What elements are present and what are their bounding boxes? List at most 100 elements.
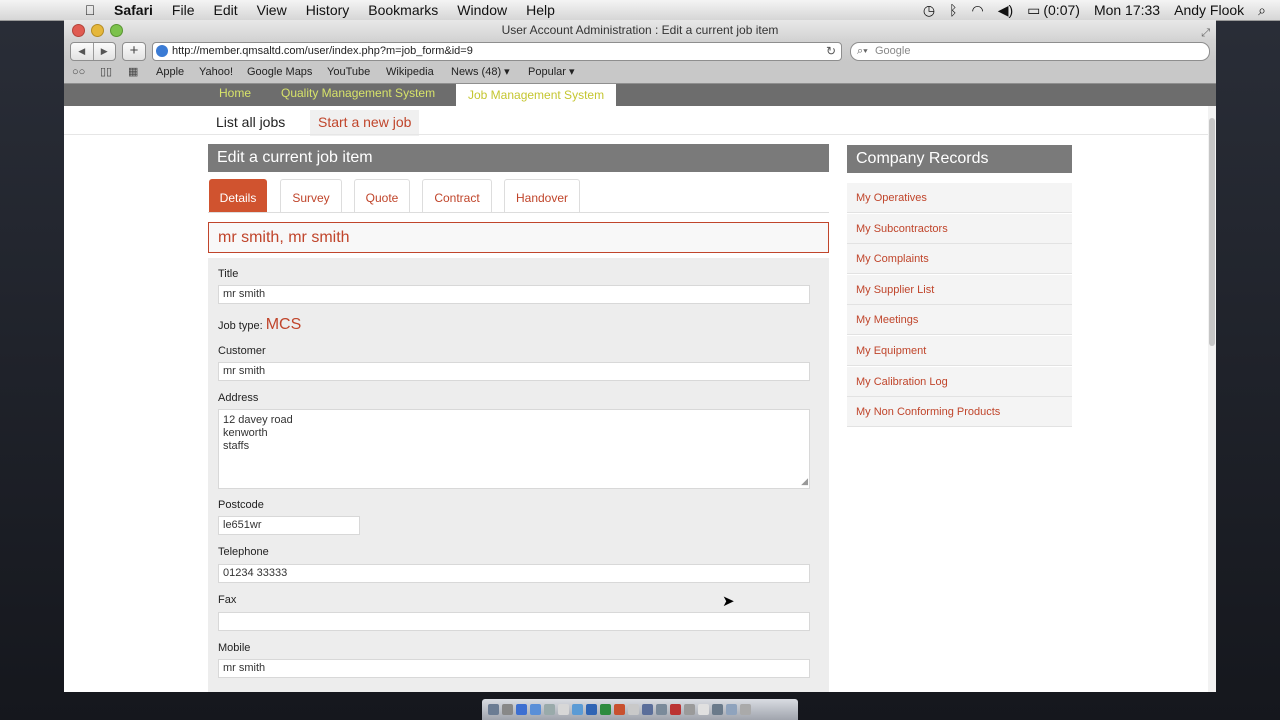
customer-label: Customer bbox=[218, 345, 266, 357]
bookmark-yahoo[interactable]: Yahoo! bbox=[199, 62, 233, 83]
dock-downloads-icon[interactable] bbox=[726, 704, 737, 715]
menu-view[interactable]: View bbox=[257, 2, 287, 18]
menu-history[interactable]: History bbox=[306, 2, 350, 18]
nav-quality-management[interactable]: Quality Management System bbox=[281, 86, 435, 108]
sidebar-item-equipment[interactable]: My Equipment bbox=[847, 335, 1072, 366]
search-placeholder: Google bbox=[875, 45, 911, 57]
dock-word-icon[interactable] bbox=[586, 704, 597, 715]
dock-calendar-icon[interactable] bbox=[558, 704, 569, 715]
title-label: Title bbox=[218, 268, 239, 280]
spotlight-icon[interactable]: ⌕ bbox=[1258, 2, 1266, 19]
minimize-window-button[interactable] bbox=[91, 24, 104, 37]
bookmark-news[interactable]: News (48) ▾ bbox=[451, 62, 510, 83]
sidebar-item-operatives[interactable]: My Operatives bbox=[847, 183, 1072, 213]
battery-status[interactable]: ▭ (0:07) bbox=[1027, 2, 1080, 19]
dock-system-prefs-icon[interactable] bbox=[684, 704, 695, 715]
dock-powerpoint-icon[interactable] bbox=[614, 704, 625, 715]
dock-app-store-icon[interactable] bbox=[572, 704, 583, 715]
user-name[interactable]: Andy Flook bbox=[1174, 2, 1244, 18]
bookmark-google-maps[interactable]: Google Maps bbox=[247, 62, 312, 83]
dock-iphoto-icon[interactable] bbox=[656, 704, 667, 715]
zoom-window-button[interactable] bbox=[110, 24, 123, 37]
dock-finder-icon[interactable] bbox=[488, 704, 499, 715]
browser-window: User Account Administration : Edit a cur… bbox=[64, 20, 1216, 692]
tab-quote[interactable]: Quote bbox=[354, 179, 410, 212]
resize-grip-icon[interactable]: ◢ bbox=[801, 475, 808, 488]
add-bookmark-button[interactable]: + bbox=[122, 42, 146, 61]
bookmarks-book-icon[interactable]: ▯▯ bbox=[100, 62, 112, 83]
back-button[interactable]: ◀ bbox=[71, 43, 94, 60]
tab-contract[interactable]: Contract bbox=[422, 179, 492, 212]
tab-handover[interactable]: Handover bbox=[504, 179, 580, 212]
dock-safari-icon[interactable] bbox=[516, 704, 527, 715]
close-window-button[interactable] bbox=[72, 24, 85, 37]
menu-app-safari[interactable]: Safari bbox=[114, 2, 153, 18]
mouse-pointer-icon: ➤ bbox=[722, 593, 735, 610]
bookmark-popular[interactable]: Popular ▾ bbox=[528, 62, 575, 83]
fax-label: Fax bbox=[218, 594, 237, 606]
bookmark-apple[interactable]: Apple bbox=[156, 62, 184, 83]
dock-preview-icon[interactable] bbox=[628, 704, 639, 715]
dock-dashboard-icon[interactable] bbox=[502, 704, 513, 715]
sidebar-item-subcontractors[interactable]: My Subcontractors bbox=[847, 213, 1072, 244]
telephone-input[interactable]: 01234 33333 bbox=[218, 564, 810, 583]
postcode-input[interactable]: le651wr bbox=[218, 516, 360, 535]
title-input[interactable]: mr smith bbox=[218, 285, 810, 304]
dock-excel-icon[interactable] bbox=[600, 704, 611, 715]
bookmark-wikipedia[interactable]: Wikipedia bbox=[386, 62, 434, 83]
reading-list-icon[interactable]: ○○ bbox=[72, 62, 85, 83]
url-text[interactable]: http://member.qmsaltd.com/user/index.php… bbox=[172, 43, 473, 60]
menu-bookmarks[interactable]: Bookmarks bbox=[368, 2, 438, 18]
address-label: Address bbox=[218, 392, 259, 404]
dock-textedit-icon[interactable] bbox=[698, 704, 709, 715]
volume-icon[interactable]: ◀) bbox=[998, 2, 1013, 19]
address-textarea[interactable]: 12 davey road kenworth staffs ◢ bbox=[218, 409, 810, 489]
mobile-input[interactable]: mr smith bbox=[218, 659, 810, 678]
customer-banner: mr smith, mr smith bbox=[208, 222, 829, 253]
clock[interactable]: Mon 17:33 bbox=[1094, 2, 1160, 18]
menu-file[interactable]: File bbox=[172, 2, 195, 18]
reload-icon[interactable]: ↻ bbox=[826, 43, 836, 60]
nav-job-management[interactable]: Job Management System bbox=[456, 84, 617, 106]
address-bar[interactable]: http://member.qmsaltd.com/user/index.php… bbox=[152, 42, 842, 61]
sidebar-item-complaints[interactable]: My Complaints bbox=[847, 244, 1072, 275]
address-line-2: kenworth bbox=[223, 427, 268, 439]
scrollbar-thumb[interactable] bbox=[1209, 118, 1215, 346]
mobile-label: Mobile bbox=[218, 642, 251, 654]
postcode-label: Postcode bbox=[218, 499, 264, 511]
dock-itunes-icon[interactable] bbox=[642, 704, 653, 715]
page-title: Edit a current job item bbox=[208, 144, 829, 172]
list-all-jobs-link[interactable]: List all jobs bbox=[216, 110, 285, 136]
dock-mail-icon[interactable] bbox=[530, 704, 541, 715]
forward-button[interactable]: ▶ bbox=[94, 43, 116, 60]
menu-edit[interactable]: Edit bbox=[213, 2, 237, 18]
menu-window[interactable]: Window bbox=[457, 2, 507, 18]
fax-input[interactable] bbox=[218, 612, 810, 631]
menu-help[interactable]: Help bbox=[526, 2, 555, 18]
bookmark-youtube[interactable]: YouTube bbox=[327, 62, 370, 83]
tab-details[interactable]: Details bbox=[209, 179, 267, 212]
nav-home[interactable]: Home bbox=[219, 86, 251, 108]
job-details-form: Title mr smith Job type: MCS Customer mr… bbox=[208, 258, 829, 692]
wifi-icon[interactable]: ◠ bbox=[971, 2, 983, 19]
dock-contacts-icon[interactable] bbox=[544, 704, 555, 715]
sidebar-item-meetings[interactable]: My Meetings bbox=[847, 305, 1072, 336]
dock-photobooth-icon[interactable] bbox=[670, 704, 681, 715]
customer-input[interactable]: mr smith bbox=[218, 362, 810, 381]
site-icon bbox=[156, 45, 168, 57]
sidebar-item-non-conforming-products[interactable]: My Non Conforming Products bbox=[847, 397, 1072, 428]
bluetooth-icon[interactable]: ᛒ bbox=[949, 2, 957, 18]
sidebar-heading: Company Records bbox=[847, 145, 1072, 173]
search-icon: ⌕▾ bbox=[857, 45, 868, 57]
sidebar-item-supplier-list[interactable]: My Supplier List bbox=[847, 274, 1072, 305]
apple-icon[interactable]:  bbox=[80, 2, 100, 18]
tab-survey[interactable]: Survey bbox=[280, 179, 342, 212]
time-machine-icon[interactable]: ◷ bbox=[923, 2, 935, 19]
sidebar-item-calibration-log[interactable]: My Calibration Log bbox=[847, 366, 1072, 397]
start-new-job-link[interactable]: Start a new job bbox=[310, 110, 420, 136]
search-field[interactable]: ⌕▾ Google bbox=[850, 42, 1210, 61]
dock-trash-icon[interactable] bbox=[740, 704, 751, 715]
sidebar-list: My Operatives My Subcontractors My Compl… bbox=[847, 183, 1072, 428]
dock-folder-icon[interactable] bbox=[712, 704, 723, 715]
top-sites-icon[interactable]: ▦ bbox=[128, 62, 138, 83]
